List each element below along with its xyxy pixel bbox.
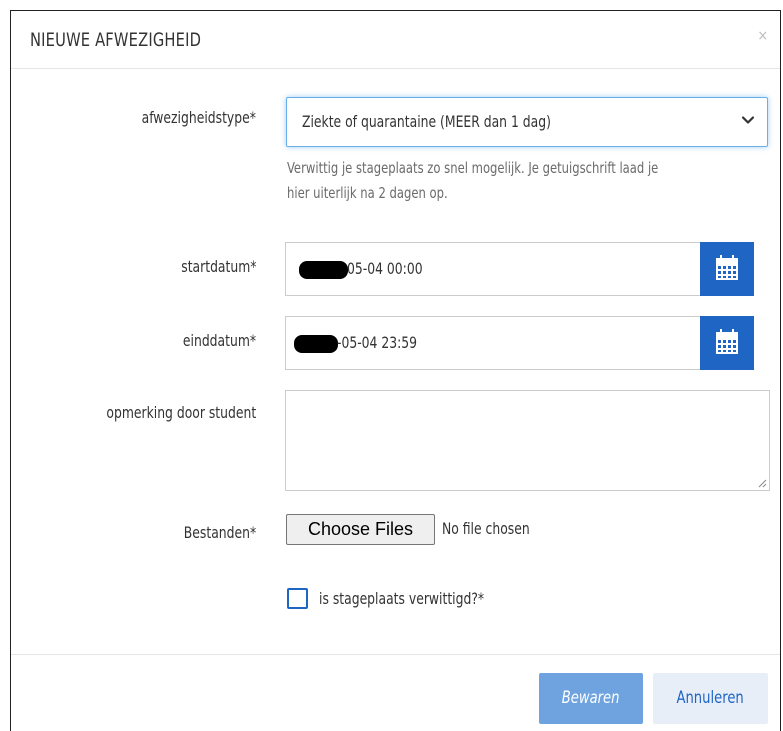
dialog-title: NIEUWE AFWEZIGHEID (30, 29, 202, 51)
choose-files-button[interactable]: Choose Files (286, 514, 435, 545)
absence-type-help-text: Verwittig je stageplaats zo snel mogelij… (287, 159, 659, 202)
redaction-mark (299, 261, 348, 279)
absence-type-selected-value: Ziekte of quarantaine (MEER dan 1 dag) (302, 112, 551, 131)
new-absence-dialog: NIEUWE AFWEZIGHEID × afwezigheidstype* Z… (10, 10, 781, 731)
cancel-button[interactable]: Annuleren (653, 673, 768, 724)
close-icon[interactable]: × (757, 28, 768, 44)
start-date-label: startdatum* (180, 257, 256, 276)
chevron-down-icon (741, 116, 755, 124)
absence-type-select[interactable]: Ziekte of quarantaine (MEER dan 1 dag) (286, 97, 768, 147)
calendar-icon (716, 329, 738, 354)
start-date-picker-button[interactable] (700, 242, 754, 296)
remark-textarea[interactable] (285, 390, 770, 491)
end-date-label: einddatum* (182, 331, 256, 350)
redaction-mark (294, 335, 338, 353)
file-status-text: No file chosen (442, 519, 530, 538)
start-date-value: 05-04 00:00 (347, 259, 423, 278)
notified-checkbox[interactable] (287, 588, 308, 609)
calendar-icon (716, 255, 738, 280)
end-date-input[interactable]: -05-04 23:59 (285, 316, 701, 370)
notified-checkbox-label[interactable]: is stageplaats verwittigd?* (319, 589, 484, 608)
dialog-header: NIEUWE AFWEZIGHEID × (11, 11, 780, 69)
end-date-value: -05-04 23:59 (337, 333, 418, 352)
end-date-picker-button[interactable] (700, 316, 754, 370)
start-date-input[interactable]: 05-04 00:00 (285, 242, 701, 296)
remark-label: opmerking door student (106, 403, 256, 422)
save-button[interactable]: Bewaren (539, 673, 643, 724)
files-label: Bestanden* (183, 523, 256, 542)
resize-handle-icon[interactable] (757, 478, 767, 488)
footer-divider (11, 654, 780, 655)
absence-type-label: afwezigheidstype* (141, 108, 256, 127)
